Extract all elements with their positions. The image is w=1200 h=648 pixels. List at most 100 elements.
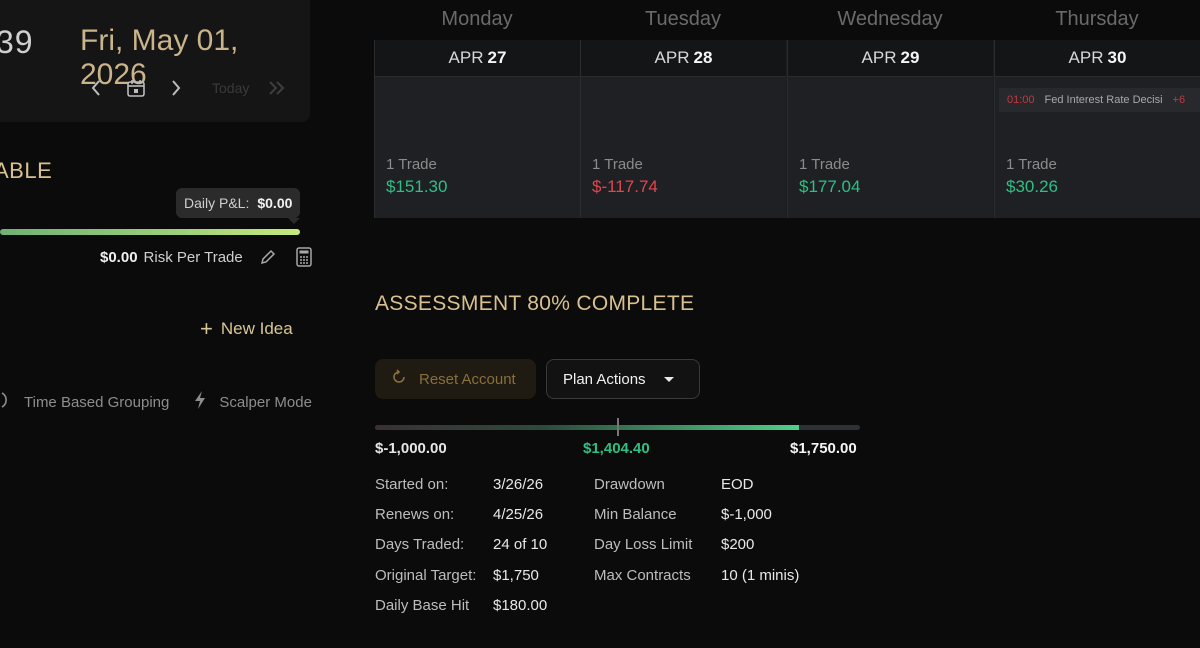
trade-count: 1 Trade xyxy=(592,156,643,173)
scalper-mode-toggle[interactable]: Scalper Mode xyxy=(193,390,312,414)
detail-value: $-1,000 xyxy=(721,506,772,523)
day-month: APR xyxy=(861,48,897,67)
new-idea-button[interactable]: + New Idea xyxy=(200,318,293,340)
detail-row: Days Traded: 24 of 10 xyxy=(375,536,547,553)
day-pnl: $30.26 xyxy=(1006,177,1058,196)
clock-time: 39 xyxy=(0,24,34,60)
day-number: 30 xyxy=(1107,48,1127,67)
plan-actions-dropdown[interactable]: Plan Actions xyxy=(546,359,700,399)
daily-pnl-tooltip: Daily P&L: $0.00 xyxy=(176,188,301,224)
reset-account-label: Reset Account xyxy=(419,370,516,388)
day-header: APR 27 xyxy=(375,40,580,77)
detail-row: Daily Base Hit $180.00 xyxy=(375,597,547,614)
weekday-monday: Monday xyxy=(441,8,513,30)
event-title: Fed Interest Rate Decisi xyxy=(1044,94,1163,106)
time-based-grouping-label: Time Based Grouping xyxy=(24,393,170,411)
detail-row: Max Contracts 10 (1 minis) xyxy=(594,567,799,584)
today-button[interactable]: Today xyxy=(212,80,249,96)
detail-row: Day Loss Limit $200 xyxy=(594,536,754,553)
day-body: 1 Trade $177.04 xyxy=(788,77,993,218)
detail-label: Daily Base Hit xyxy=(375,597,470,614)
detail-label: Max Contracts xyxy=(594,567,691,584)
day-body: 1 Trade $-117.74 xyxy=(581,77,786,218)
day-body: 01:00 Fed Interest Rate Decisi +6 1 Trad… xyxy=(995,77,1200,218)
detail-row: Min Balance $-1,000 xyxy=(594,506,772,523)
detail-label: Day Loss Limit xyxy=(594,536,693,553)
lightning-icon xyxy=(193,390,207,414)
detail-row: Renews on: 4/25/26 xyxy=(375,506,543,523)
day-pnl: $151.30 xyxy=(386,177,448,196)
plan-actions-label: Plan Actions xyxy=(563,370,646,388)
pencil-icon[interactable] xyxy=(257,246,279,268)
daily-pnl-bar xyxy=(0,229,300,235)
detail-value: 10 (1 minis) xyxy=(721,567,800,584)
chevron-right-icon[interactable] xyxy=(164,74,188,102)
chevron-left-icon[interactable] xyxy=(84,74,108,102)
daily-pnl-value: $0.00 xyxy=(257,195,293,211)
detail-value: $200 xyxy=(721,536,755,553)
detail-label: Renews on: xyxy=(375,506,455,523)
assessment-title: ASSESSMENT 80% COMPLETE xyxy=(375,292,695,315)
detail-row: Original Target: $1,750 xyxy=(375,567,539,584)
calendar-icon[interactable] xyxy=(124,74,148,102)
detail-row: Drawdown EOD xyxy=(594,476,754,493)
progress-current-value: $1,404.40 xyxy=(583,440,650,457)
day-month: APR xyxy=(1068,48,1104,67)
date-navigation: Today xyxy=(84,74,289,102)
event-time: 01:00 xyxy=(1007,94,1035,106)
trade-count: 1 Trade xyxy=(1006,156,1057,173)
account-status-label: ABLE xyxy=(0,158,53,183)
economic-event[interactable]: 01:00 Fed Interest Rate Decisi +6 xyxy=(999,88,1200,112)
detail-row: Started on: 3/26/26 xyxy=(375,476,543,493)
detail-label: Drawdown xyxy=(594,476,665,493)
day-body: 1 Trade $151.30 xyxy=(375,77,580,218)
day-header: APR 28 xyxy=(581,40,786,77)
weekday-tuesday: Tuesday xyxy=(645,8,721,30)
detail-label: Original Target: xyxy=(375,567,477,584)
calendar-day[interactable]: APR 29 1 Trade $177.04 xyxy=(787,40,993,218)
detail-value: EOD xyxy=(721,476,754,493)
reset-account-button[interactable]: Reset Account xyxy=(375,359,536,399)
trade-count: 1 Trade xyxy=(799,156,850,173)
day-header: APR 30 xyxy=(995,40,1200,77)
day-header: APR 29 xyxy=(788,40,993,77)
trade-count: 1 Trade xyxy=(386,156,437,173)
risk-label: Risk Per Trade xyxy=(143,248,243,266)
scalper-mode-label: Scalper Mode xyxy=(219,393,312,411)
double-chevron-right-icon[interactable] xyxy=(265,74,289,102)
date-card: 39 Fri, May 01, 2026 Today xyxy=(0,0,310,122)
calendar-day[interactable]: APR 28 1 Trade $-117.74 xyxy=(580,40,786,218)
detail-value: $1,750 xyxy=(493,567,539,584)
daily-pnl-label: Daily P&L: xyxy=(184,195,250,211)
calendar-day[interactable]: APR 27 1 Trade $151.30 xyxy=(374,40,580,218)
risk-value: $0.00 xyxy=(100,248,138,266)
detail-label: Started on: xyxy=(375,476,449,493)
day-pnl: $177.04 xyxy=(799,177,861,196)
day-number: 27 xyxy=(487,48,507,67)
reset-icon xyxy=(391,369,407,389)
progress-start-marker xyxy=(617,418,619,436)
mode-options: Time Based Grouping Scalper Mode xyxy=(0,390,312,414)
calculator-icon[interactable] xyxy=(293,246,315,268)
day-month: APR xyxy=(448,48,484,67)
day-month: APR xyxy=(654,48,690,67)
time-based-grouping-toggle[interactable]: Time Based Grouping xyxy=(0,390,169,414)
caret-down-icon xyxy=(663,376,674,382)
new-idea-label: New Idea xyxy=(220,319,293,338)
detail-label: Days Traded: xyxy=(375,536,465,553)
risk-per-trade: $0.00 Risk Per Trade xyxy=(100,246,315,268)
event-more-count[interactable]: +6 xyxy=(1173,94,1186,106)
day-pnl: $-117.74 xyxy=(592,177,658,196)
progress-max-value: $1,750.00 xyxy=(790,440,857,457)
clock-icon xyxy=(0,390,12,414)
plus-icon: + xyxy=(200,316,213,341)
weekday-thursday: Thursday xyxy=(1055,8,1139,30)
detail-value: 3/26/26 xyxy=(493,476,544,493)
detail-value: 24 of 10 xyxy=(493,536,548,553)
day-number: 28 xyxy=(693,48,713,67)
calendar-day[interactable]: APR 30 01:00 Fed Interest Rate Decisi +6… xyxy=(994,40,1200,218)
progress-min-value: $-1,000.00 xyxy=(375,440,447,457)
weekday-wednesday: Wednesday xyxy=(837,8,943,30)
detail-value: 4/25/26 xyxy=(493,506,544,523)
day-number: 29 xyxy=(900,48,920,67)
